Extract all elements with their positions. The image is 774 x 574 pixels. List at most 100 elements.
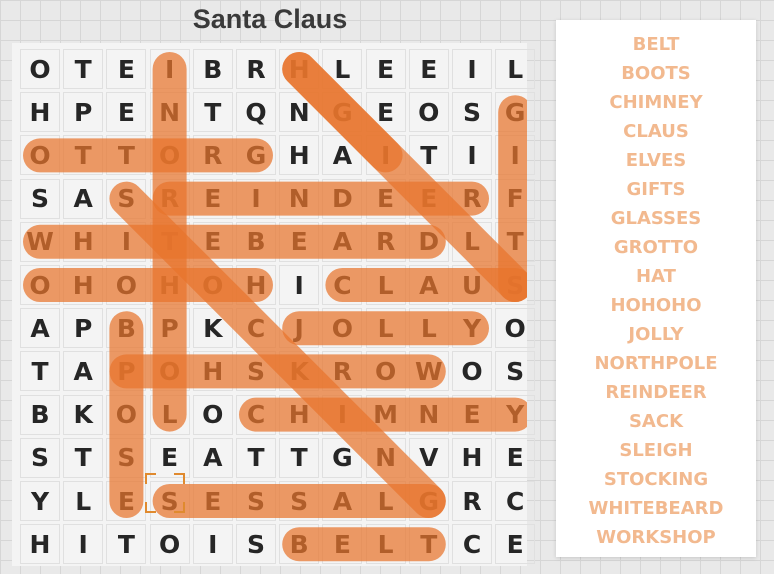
grid-cell[interactable]: R [452,481,492,521]
grid-cell[interactable]: E [279,221,320,262]
grid-cell[interactable]: R [149,178,190,219]
grid-cell[interactable]: O [495,308,536,349]
grid-cell[interactable]: S [279,481,320,521]
grid-cell[interactable]: S [20,437,60,478]
grid-cell[interactable]: T [408,524,449,565]
grid-cell[interactable]: B [192,49,233,89]
grid-cell[interactable]: E [192,221,233,262]
grid-cell[interactable]: O [322,308,363,349]
grid-cell[interactable]: S [20,178,60,219]
grid-cell[interactable]: O [192,265,233,305]
grid-cell[interactable]: N [279,92,320,133]
grid-cell[interactable]: O [149,351,190,392]
grid-cell[interactable]: L [365,265,406,305]
grid-cell[interactable]: S [495,351,536,392]
grid-cell[interactable]: E [495,437,536,478]
grid-cell[interactable]: E [106,481,147,521]
grid-cell[interactable]: G [495,92,536,133]
grid-cell[interactable]: R [236,49,276,89]
grid-cell[interactable]: T [63,135,104,176]
grid-cell[interactable]: H [279,135,320,176]
grid-cell[interactable]: H [192,351,233,392]
grid-cell[interactable]: E [365,49,406,89]
grid-cell[interactable]: P [63,308,104,349]
grid-cell[interactable]: I [192,524,233,565]
grid-cell[interactable]: T [149,221,190,262]
grid-cell[interactable]: E [192,481,233,521]
grid-cell[interactable]: E [365,92,406,133]
grid-cell[interactable]: T [236,437,276,478]
grid-cell[interactable]: T [106,524,147,565]
grid-cell[interactable]: H [279,49,320,89]
grid-cell[interactable]: F [495,178,536,219]
grid-cell[interactable]: N [149,92,190,133]
grid-cell[interactable]: L [408,308,449,349]
grid-cell[interactable]: E [408,49,449,89]
grid-cell[interactable]: V [408,437,449,478]
grid-cell[interactable]: H [20,92,60,133]
grid-cell[interactable]: H [149,265,190,305]
grid-cell[interactable]: O [106,265,147,305]
grid-cell[interactable]: B [106,308,147,349]
grid-cell[interactable]: C [236,394,276,435]
grid-cell[interactable]: R [322,351,363,392]
grid-cell[interactable]: I [322,394,363,435]
grid-cell[interactable]: B [236,221,276,262]
grid-cell[interactable]: H [63,221,104,262]
grid-cell[interactable]: C [322,265,363,305]
grid-cell[interactable]: N [408,394,449,435]
grid-cell[interactable]: E [365,178,406,219]
grid-cell[interactable]: S [236,524,276,565]
grid-cell[interactable]: W [20,221,60,262]
grid-cell[interactable]: G [408,481,449,521]
grid-cell[interactable]: O [408,92,449,133]
grid-cell[interactable]: S [495,265,536,305]
grid-cell[interactable]: L [495,49,536,89]
grid-cell[interactable]: P [149,308,190,349]
grid-cell[interactable]: T [63,49,104,89]
grid-cell[interactable]: T [279,437,320,478]
grid-cell[interactable]: M [365,394,406,435]
grid-cell[interactable]: O [365,351,406,392]
grid-cell[interactable]: H [236,265,276,305]
grid-cell[interactable]: Y [20,481,60,521]
grid-cell[interactable]: L [365,524,406,565]
grid-cell[interactable]: T [106,135,147,176]
grid-cell[interactable]: K [279,351,320,392]
grid-cell[interactable]: T [63,437,104,478]
word-search-board[interactable]: OTEIBRHLEEILHPENTQNGEOSGOTTORGHAITIISASR… [12,43,536,566]
grid-cell[interactable]: E [495,524,536,565]
grid-cell[interactable]: O [20,265,60,305]
grid-cell[interactable]: A [63,351,104,392]
grid-cell[interactable]: L [365,481,406,521]
grid-cell[interactable]: S [106,437,147,478]
grid-cell[interactable]: O [149,135,190,176]
grid-cell[interactable]: O [20,135,60,176]
grid-cell[interactable]: E [149,437,190,478]
grid-cell[interactable]: S [236,481,276,521]
grid-cell[interactable]: G [236,135,276,176]
grid-cell[interactable]: R [192,135,233,176]
grid-cell[interactable]: J [279,308,320,349]
grid-cell[interactable]: P [106,351,147,392]
grid-cell[interactable]: T [192,92,233,133]
grid-cell[interactable]: L [149,394,190,435]
grid-cell[interactable]: C [236,308,276,349]
grid-cell[interactable]: B [279,524,320,565]
grid-cell[interactable]: P [63,92,104,133]
grid-cell[interactable]: R [365,221,406,262]
grid-cell[interactable]: S [106,178,147,219]
grid-cell[interactable]: L [63,481,104,521]
grid-cell[interactable]: A [20,308,60,349]
grid-cell[interactable]: E [408,178,449,219]
grid-cell[interactable]: C [495,481,536,521]
grid-cell[interactable]: G [322,92,363,133]
grid-cell[interactable]: D [322,178,363,219]
grid-cell[interactable]: Y [452,308,492,349]
grid-cell[interactable]: D [408,221,449,262]
grid-cell[interactable]: T [495,221,536,262]
grid-cell[interactable]: I [279,265,320,305]
grid-cell[interactable]: S [452,92,492,133]
grid-cell[interactable]: I [452,49,492,89]
grid-cell[interactable]: C [452,524,492,565]
